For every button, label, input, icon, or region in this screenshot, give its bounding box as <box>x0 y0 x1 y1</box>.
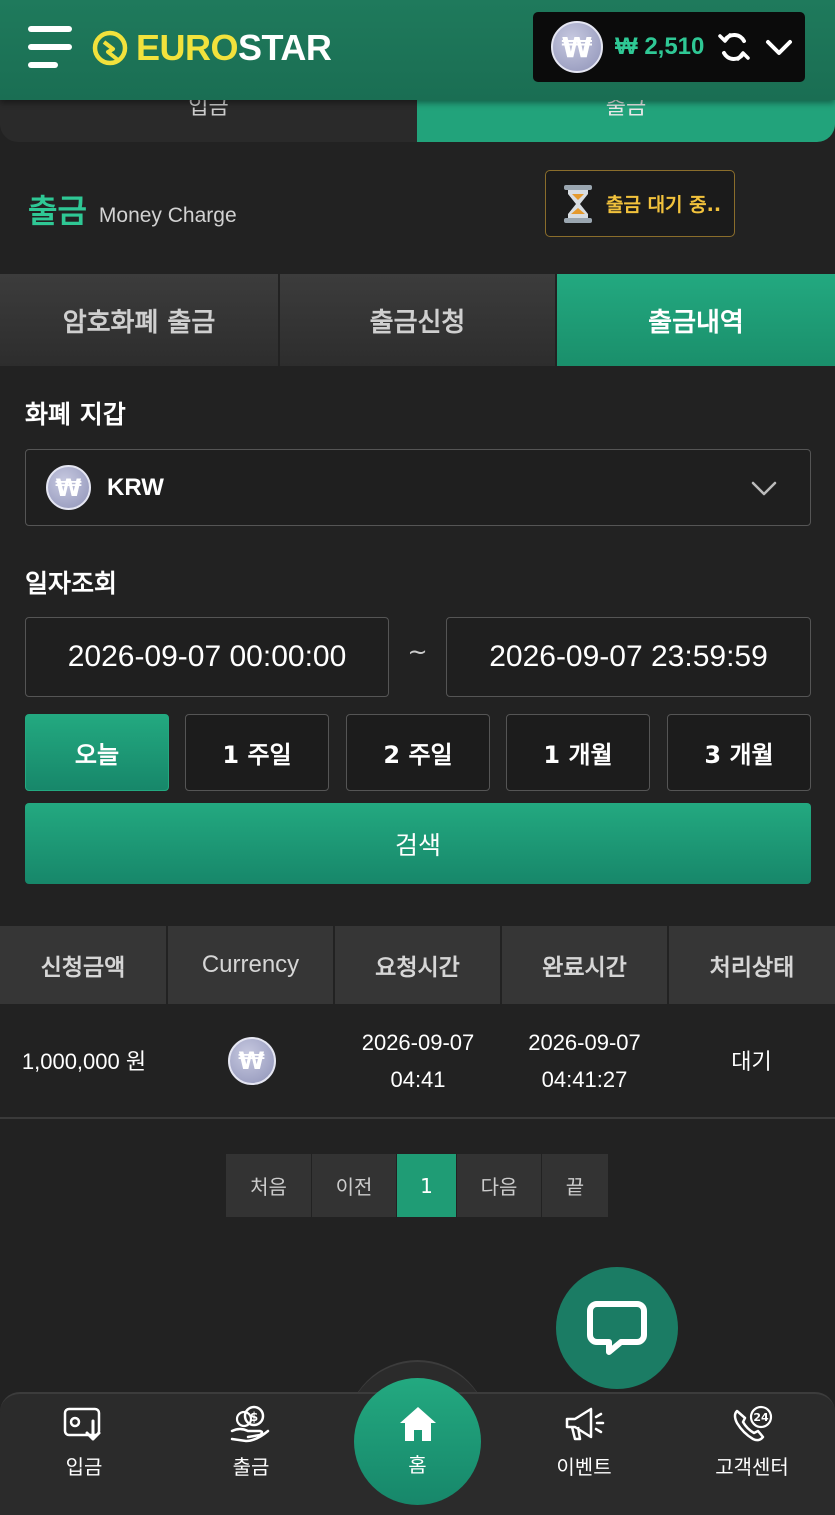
menu-icon[interactable] <box>28 26 74 68</box>
page-current-button[interactable]: 1 <box>397 1154 457 1217</box>
table-header-request-time: 요청시간 <box>335 926 500 1004</box>
date-query-label: 일자조회 <box>25 569 118 598</box>
page-last-button[interactable]: 끝 <box>542 1154 609 1217</box>
nav-home[interactable]: 홈 <box>354 1378 481 1505</box>
page-next-button[interactable]: 다음 <box>457 1154 542 1217</box>
table-header-currency: Currency <box>168 926 333 1004</box>
range-1week-button[interactable]: 1 주일 <box>185 714 329 791</box>
row-currency: ₩ <box>168 1004 335 1118</box>
row-request-date: 2026-09-07 <box>361 1030 475 1055</box>
tab-withdraw-history-label: 출금내역 <box>648 307 744 338</box>
balance-box[interactable]: ₩ ₩ 2,510 <box>533 12 805 82</box>
chat-bubble-icon <box>587 1301 647 1355</box>
search-button[interactable]: 검색 <box>25 803 811 884</box>
tab-withdraw-request-label: 출금신청 <box>369 307 466 338</box>
row-amount: 1,000,000 원 <box>21 1048 147 1074</box>
page-title-sub: Money Charge <box>98 204 237 227</box>
page-title: 출금 Money Charge <box>28 186 237 232</box>
date-to-input[interactable]: 2026-09-07 23:59:59 <box>446 617 811 697</box>
logo[interactable]: EUROSTAR <box>90 26 332 70</box>
page-prev-button[interactable]: 이전 <box>312 1154 397 1217</box>
row-request-clock: 04:41 <box>390 1067 446 1092</box>
balance-amount: ₩ 2,510 <box>615 33 705 60</box>
subtab-deposit[interactable]: 입금 <box>0 95 417 142</box>
page-first-button[interactable]: 처음 <box>226 1154 312 1217</box>
krw-coin-glyph: ₩ <box>55 473 82 502</box>
chat-button[interactable] <box>556 1267 678 1389</box>
pending-badge-label: 출금 대기 중.. <box>606 194 722 216</box>
row-complete-time: 2026-09-07 04:41:27 <box>501 1004 668 1118</box>
home-icon <box>399 1407 436 1441</box>
withdraw-coins-icon: $ <box>230 1405 270 1443</box>
pending-withdraw-badge[interactable]: 출금 대기 중.. <box>545 170 735 237</box>
pagination: 처음 이전 1 다음 끝 <box>226 1154 609 1217</box>
table-header-status: 처리상태 <box>669 926 835 1004</box>
won-coin-icon: ₩ <box>551 21 603 73</box>
row-divider <box>0 1117 835 1119</box>
support-24-icon: 24 <box>733 1405 773 1442</box>
hourglass-icon <box>564 184 592 223</box>
tab-withdraw-request[interactable]: 출금신청 <box>280 274 555 366</box>
range-2week-button[interactable]: 2 주일 <box>346 714 490 791</box>
row-currency-glyph: ₩ <box>238 1046 265 1075</box>
nav-withdraw-label: 출금 <box>232 1455 270 1479</box>
row-request-time: 2026-09-07 04:41 <box>335 1004 501 1118</box>
nav-home-label: 홈 <box>408 1453 427 1477</box>
range-1month-button[interactable]: 1 개월 <box>506 714 650 791</box>
wallet-select[interactable]: ₩ KRW <box>25 449 811 526</box>
logo-star: STAR <box>238 27 332 68</box>
date-from-input[interactable]: 2026-09-07 00:00:00 <box>25 617 389 697</box>
chevron-down-icon[interactable] <box>764 32 794 62</box>
nav-event[interactable]: 이벤트 <box>514 1405 654 1500</box>
row-status: 대기 <box>731 1048 772 1074</box>
date-separator: ~ <box>407 638 428 666</box>
top-header: EUROSTAR ₩ ₩ 2,510 <box>0 0 835 100</box>
logo-euro: EURO <box>136 27 239 68</box>
krw-coin-icon: ₩ <box>46 465 91 510</box>
nav-support-label: 고객센터 <box>715 1455 789 1479</box>
refresh-icon[interactable] <box>716 29 752 65</box>
row-complete-date: 2026-09-07 <box>528 1030 641 1055</box>
chevron-down-icon <box>751 481 777 495</box>
range-today-button[interactable]: 오늘 <box>25 714 169 791</box>
nav-support[interactable]: 24 고객센터 <box>682 1405 822 1500</box>
nav-withdraw[interactable]: $ 출금 <box>181 1405 321 1500</box>
logo-text: EUROSTAR <box>136 27 332 69</box>
megaphone-icon <box>565 1407 605 1441</box>
deposit-wallet-icon <box>63 1407 101 1441</box>
subtab-withdraw[interactable]: 출금 <box>417 95 835 142</box>
tab-crypto-withdraw-label: 암호화폐 출금 <box>62 307 216 338</box>
wallet-label: 화폐 지갑 <box>25 400 126 429</box>
krw-coin-icon: ₩ <box>227 1037 276 1085</box>
won-glyph: ₩ <box>561 30 593 64</box>
row-complete-clock: 04:41:27 <box>541 1067 628 1092</box>
logo-mark-icon <box>92 30 128 66</box>
page-title-main: 출금 <box>28 192 87 230</box>
nav-event-label: 이벤트 <box>556 1455 612 1479</box>
table-header-amount: 신청금액 <box>0 926 166 1004</box>
tab-crypto-withdraw[interactable]: 암호화폐 출금 <box>0 274 278 366</box>
tab-withdraw-history[interactable]: 출금내역 <box>557 274 835 366</box>
range-3month-button[interactable]: 3 개월 <box>667 714 811 791</box>
nav-deposit-label: 입금 <box>65 1455 103 1479</box>
support-badge-text: 24 <box>753 1411 769 1424</box>
wallet-select-value: KRW <box>107 473 164 501</box>
table-header-complete-time: 완료시간 <box>502 926 667 1004</box>
nav-deposit[interactable]: 입금 <box>14 1405 154 1500</box>
